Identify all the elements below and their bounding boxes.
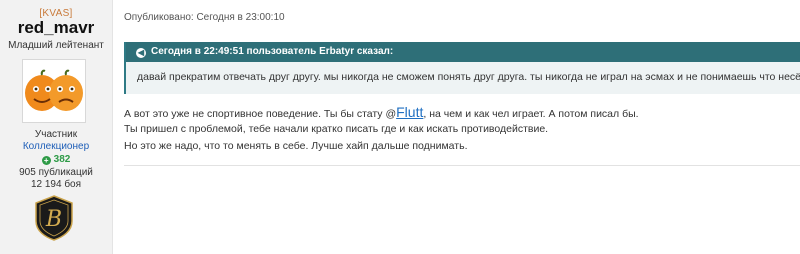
username[interactable]: red_mavr [0,18,112,38]
battle-count: 12 194 боя [30,179,82,190]
post-content: Опубликовано: Сегодня в 23:00:10 ◀ Сегодн… [113,0,800,254]
member-group[interactable]: Коллекционер [0,141,112,152]
post-line-1-end: , на чем и как чел играет. А потом писал… [423,108,639,120]
post-line-2: Ты пришел с проблемой, тебе начали кратк… [124,123,549,135]
plus-circle-icon: + [41,156,51,165]
post-line-3: Но это же надо, что то менять в себе. Лу… [124,140,468,152]
post-line-1: А вот это уже не спортивное поведение. Т… [124,104,639,121]
post-divider [124,165,800,166]
post-body: А вот это уже не спортивное поведение. Т… [124,104,639,155]
member-role: Участник [34,129,78,140]
quote-text: давай прекратим отвечать друг другу. мы … [137,71,800,83]
reputation-value: 382 [53,154,71,165]
author-sidebar: [KVAS] red_mavr Младший лейтенант Участн… [0,0,113,254]
rank-title: Младший лейтенант [8,40,104,51]
quote-header-text: Сегодня в 22:49:51 пользователь Erbatyr … [151,46,394,57]
quote-header[interactable]: ◀ Сегодня в 22:49:51 пользователь Erbatyr… [126,42,800,62]
avatar[interactable] [22,59,86,123]
quote-arrow-icon[interactable]: ◀ [136,48,146,58]
badge-letter: B [45,207,62,232]
quote-block: ◀ Сегодня в 22:49:51 пользователь Erbatyr… [124,42,800,94]
post-count: 905 публикаций [19,167,93,178]
pumpkin-faces-icon [23,60,85,122]
post-timestamp[interactable]: Опубликовано: Сегодня в 23:00:10 [124,12,285,23]
clan-emblem-icon[interactable]: B [34,195,74,241]
reputation: +382 [0,154,112,165]
user-mention-link[interactable]: Flutt [396,104,423,120]
post-line-1-start: А вот это уже не спортивное поведение. Т… [124,108,397,120]
